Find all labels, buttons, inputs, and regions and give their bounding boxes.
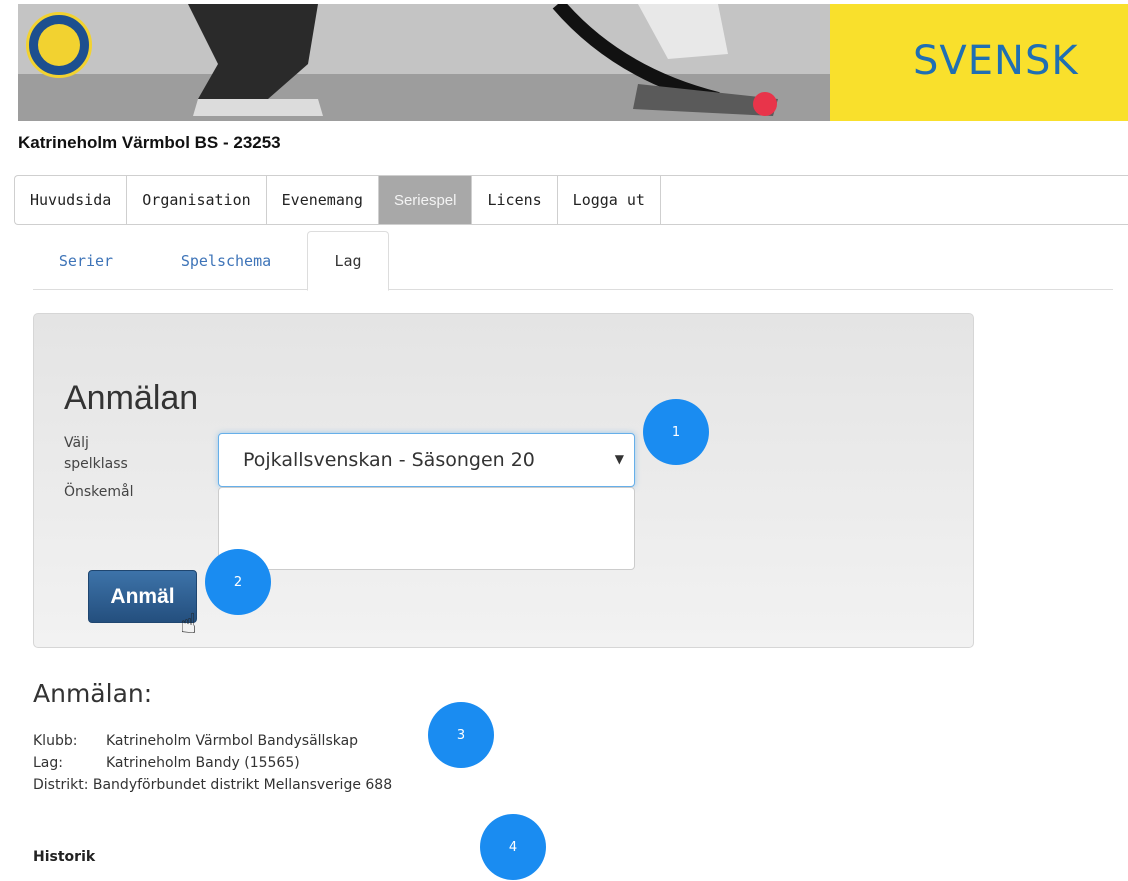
summary-title: Anmälan: [33, 679, 153, 708]
sub-tabs: Serier Spelschema Lag [33, 231, 1113, 291]
banner-photo [18, 4, 830, 121]
page-title: Katrineholm Värmbol BS - 23253 [18, 133, 281, 152]
class-select-value: Pojkallsvenskan - Säsongen 20 [243, 449, 535, 471]
annotation-marker-4: 4 [480, 814, 546, 880]
summary-row-team: Lag: Katrineholm Bandy (15565) [33, 755, 300, 771]
summary-value: Katrineholm Värmbol Bandysällskap [106, 733, 359, 749]
bandy-federation-logo[interactable] [26, 12, 92, 78]
main-navigation: Huvudsida Organisation Evenemang Seriesp… [14, 175, 1128, 225]
hand-cursor-icon: ☝ [180, 607, 198, 640]
chevron-down-icon: ▼ [614, 452, 624, 466]
class-select[interactable]: Pojkallsvenskan - Säsongen 20 ▼ [218, 433, 635, 487]
nav-item-logga-ut[interactable]: Logga ut [558, 176, 661, 224]
summary-value: Bandyförbundet distrikt Mellansverige 68… [92, 777, 393, 793]
history-heading: Historik [33, 849, 96, 865]
nav-item-organisation[interactable]: Organisation [127, 176, 267, 224]
banner-brand-text: SVENSK [913, 38, 1079, 84]
summary-value: Katrineholm Bandy (15565) [106, 755, 300, 771]
tab-spelschema[interactable]: Spelschema [151, 231, 301, 290]
wish-textarea[interactable] [218, 487, 635, 570]
class-label: Välj spelklass [64, 435, 128, 472]
summary-row-district: Distrikt: Bandyförbundet distrikt Mellan… [33, 777, 392, 793]
annotation-marker-3: 3 [428, 702, 494, 768]
annotation-marker-1: 1 [643, 399, 709, 465]
bandy-photo-illustration [18, 4, 830, 121]
summary-key: Lag: [33, 755, 63, 771]
annotation-marker-2: 2 [205, 549, 271, 615]
logo-emblem [38, 24, 80, 66]
form-title: Anmälan [64, 379, 199, 417]
registration-panel: Anmälan Välj spelklass Önskemål Pojkalls… [33, 313, 974, 648]
wish-label: Önskemål [64, 484, 134, 500]
tab-serier[interactable]: Serier [33, 231, 139, 290]
nav-item-licens[interactable]: Licens [472, 176, 558, 224]
tab-lag[interactable]: Lag [307, 231, 389, 291]
nav-item-evenemang[interactable]: Evenemang [267, 176, 379, 224]
summary-key: Distrikt: [33, 777, 89, 793]
summary-key: Klubb: [33, 733, 78, 749]
nav-item-huvudsida[interactable]: Huvudsida [15, 176, 128, 224]
summary-row-club: Klubb: Katrineholm Värmbol Bandysällskap [33, 733, 358, 749]
nav-item-seriespel[interactable]: Seriespel [378, 176, 473, 224]
